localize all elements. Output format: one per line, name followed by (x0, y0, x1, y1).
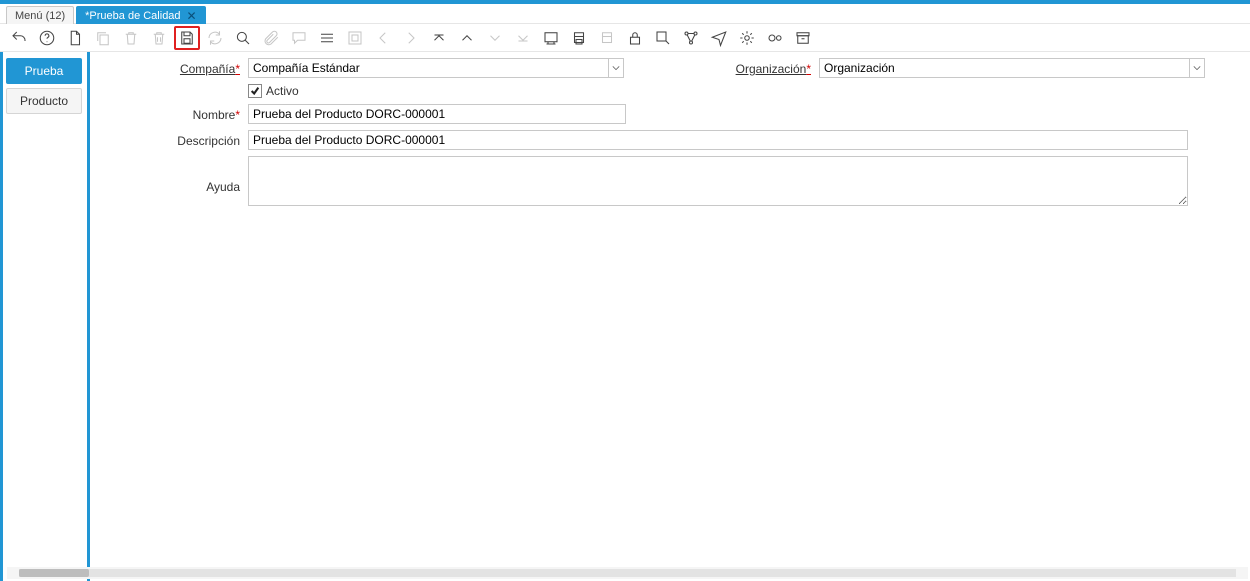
tab-prueba-calidad[interactable]: *Prueba de Calidad ✕ (76, 6, 205, 24)
new-icon[interactable] (62, 26, 88, 50)
send-icon[interactable] (706, 26, 732, 50)
attach-icon (258, 26, 284, 50)
print-preview-icon (594, 26, 620, 50)
parent-icon (342, 26, 368, 50)
label-company: Compañía* (103, 58, 248, 76)
zoom-icon[interactable] (650, 26, 676, 50)
main-panel: Prueba Producto Compañía* Organización* (0, 52, 1250, 581)
active-checkbox[interactable]: Activo (248, 84, 299, 98)
toolbar (0, 24, 1250, 52)
label-description: Descripción (103, 130, 248, 148)
first-icon[interactable] (426, 26, 452, 50)
down-icon (482, 26, 508, 50)
process-icon[interactable] (762, 26, 788, 50)
tab-menu[interactable]: Menú (12) (6, 6, 74, 24)
prev-icon (370, 26, 396, 50)
label-name: Nombre* (103, 104, 248, 122)
chat-icon (286, 26, 312, 50)
spacer (103, 84, 248, 88)
delete-icon (118, 26, 144, 50)
print-icon[interactable] (566, 26, 592, 50)
description-field[interactable] (248, 130, 1188, 150)
next-icon (398, 26, 424, 50)
tab-bar: Menú (12) *Prueba de Calidad ✕ (0, 4, 1250, 24)
name-field[interactable] (248, 104, 626, 124)
tab-active-label: *Prueba de Calidad (85, 10, 180, 22)
refresh-icon (202, 26, 228, 50)
side-divider (87, 52, 90, 581)
last-icon (510, 26, 536, 50)
tab-menu-label: Menú (12) (15, 10, 65, 22)
gear-icon[interactable] (734, 26, 760, 50)
chevron-down-icon[interactable] (608, 58, 624, 78)
delete-all-icon (146, 26, 172, 50)
label-help: Ayuda (103, 156, 248, 194)
company-combo[interactable] (248, 58, 624, 78)
h-scrollbar[interactable] (7, 567, 1248, 579)
report-icon[interactable] (538, 26, 564, 50)
sidetab-label: Producto (20, 94, 68, 108)
label-organization: Organización* (659, 58, 819, 76)
grid-icon[interactable] (314, 26, 340, 50)
lock-icon[interactable] (622, 26, 648, 50)
help-icon[interactable] (34, 26, 60, 50)
organization-field[interactable] (819, 58, 1189, 78)
archive-icon[interactable] (790, 26, 816, 50)
sidetab-prueba[interactable]: Prueba (6, 58, 82, 84)
copy-icon (90, 26, 116, 50)
chevron-down-icon[interactable] (1189, 58, 1205, 78)
form-area: Compañía* Organización* Activo (103, 58, 1230, 212)
undo-icon[interactable] (6, 26, 32, 50)
company-field[interactable] (248, 58, 608, 78)
sidetab-label: Prueba (25, 64, 64, 78)
save-icon[interactable] (174, 26, 200, 50)
scrollbar-track (19, 569, 1236, 577)
workflow-icon[interactable] (678, 26, 704, 50)
scrollbar-thumb[interactable] (19, 569, 89, 577)
search-icon[interactable] (230, 26, 256, 50)
side-tabs: Prueba Producto (6, 58, 82, 114)
organization-combo[interactable] (819, 58, 1205, 78)
up-icon[interactable] (454, 26, 480, 50)
sidetab-producto[interactable]: Producto (6, 88, 82, 114)
active-label: Activo (266, 84, 299, 98)
close-icon[interactable]: ✕ (187, 10, 197, 22)
help-field[interactable] (248, 156, 1188, 206)
check-icon (248, 84, 262, 98)
